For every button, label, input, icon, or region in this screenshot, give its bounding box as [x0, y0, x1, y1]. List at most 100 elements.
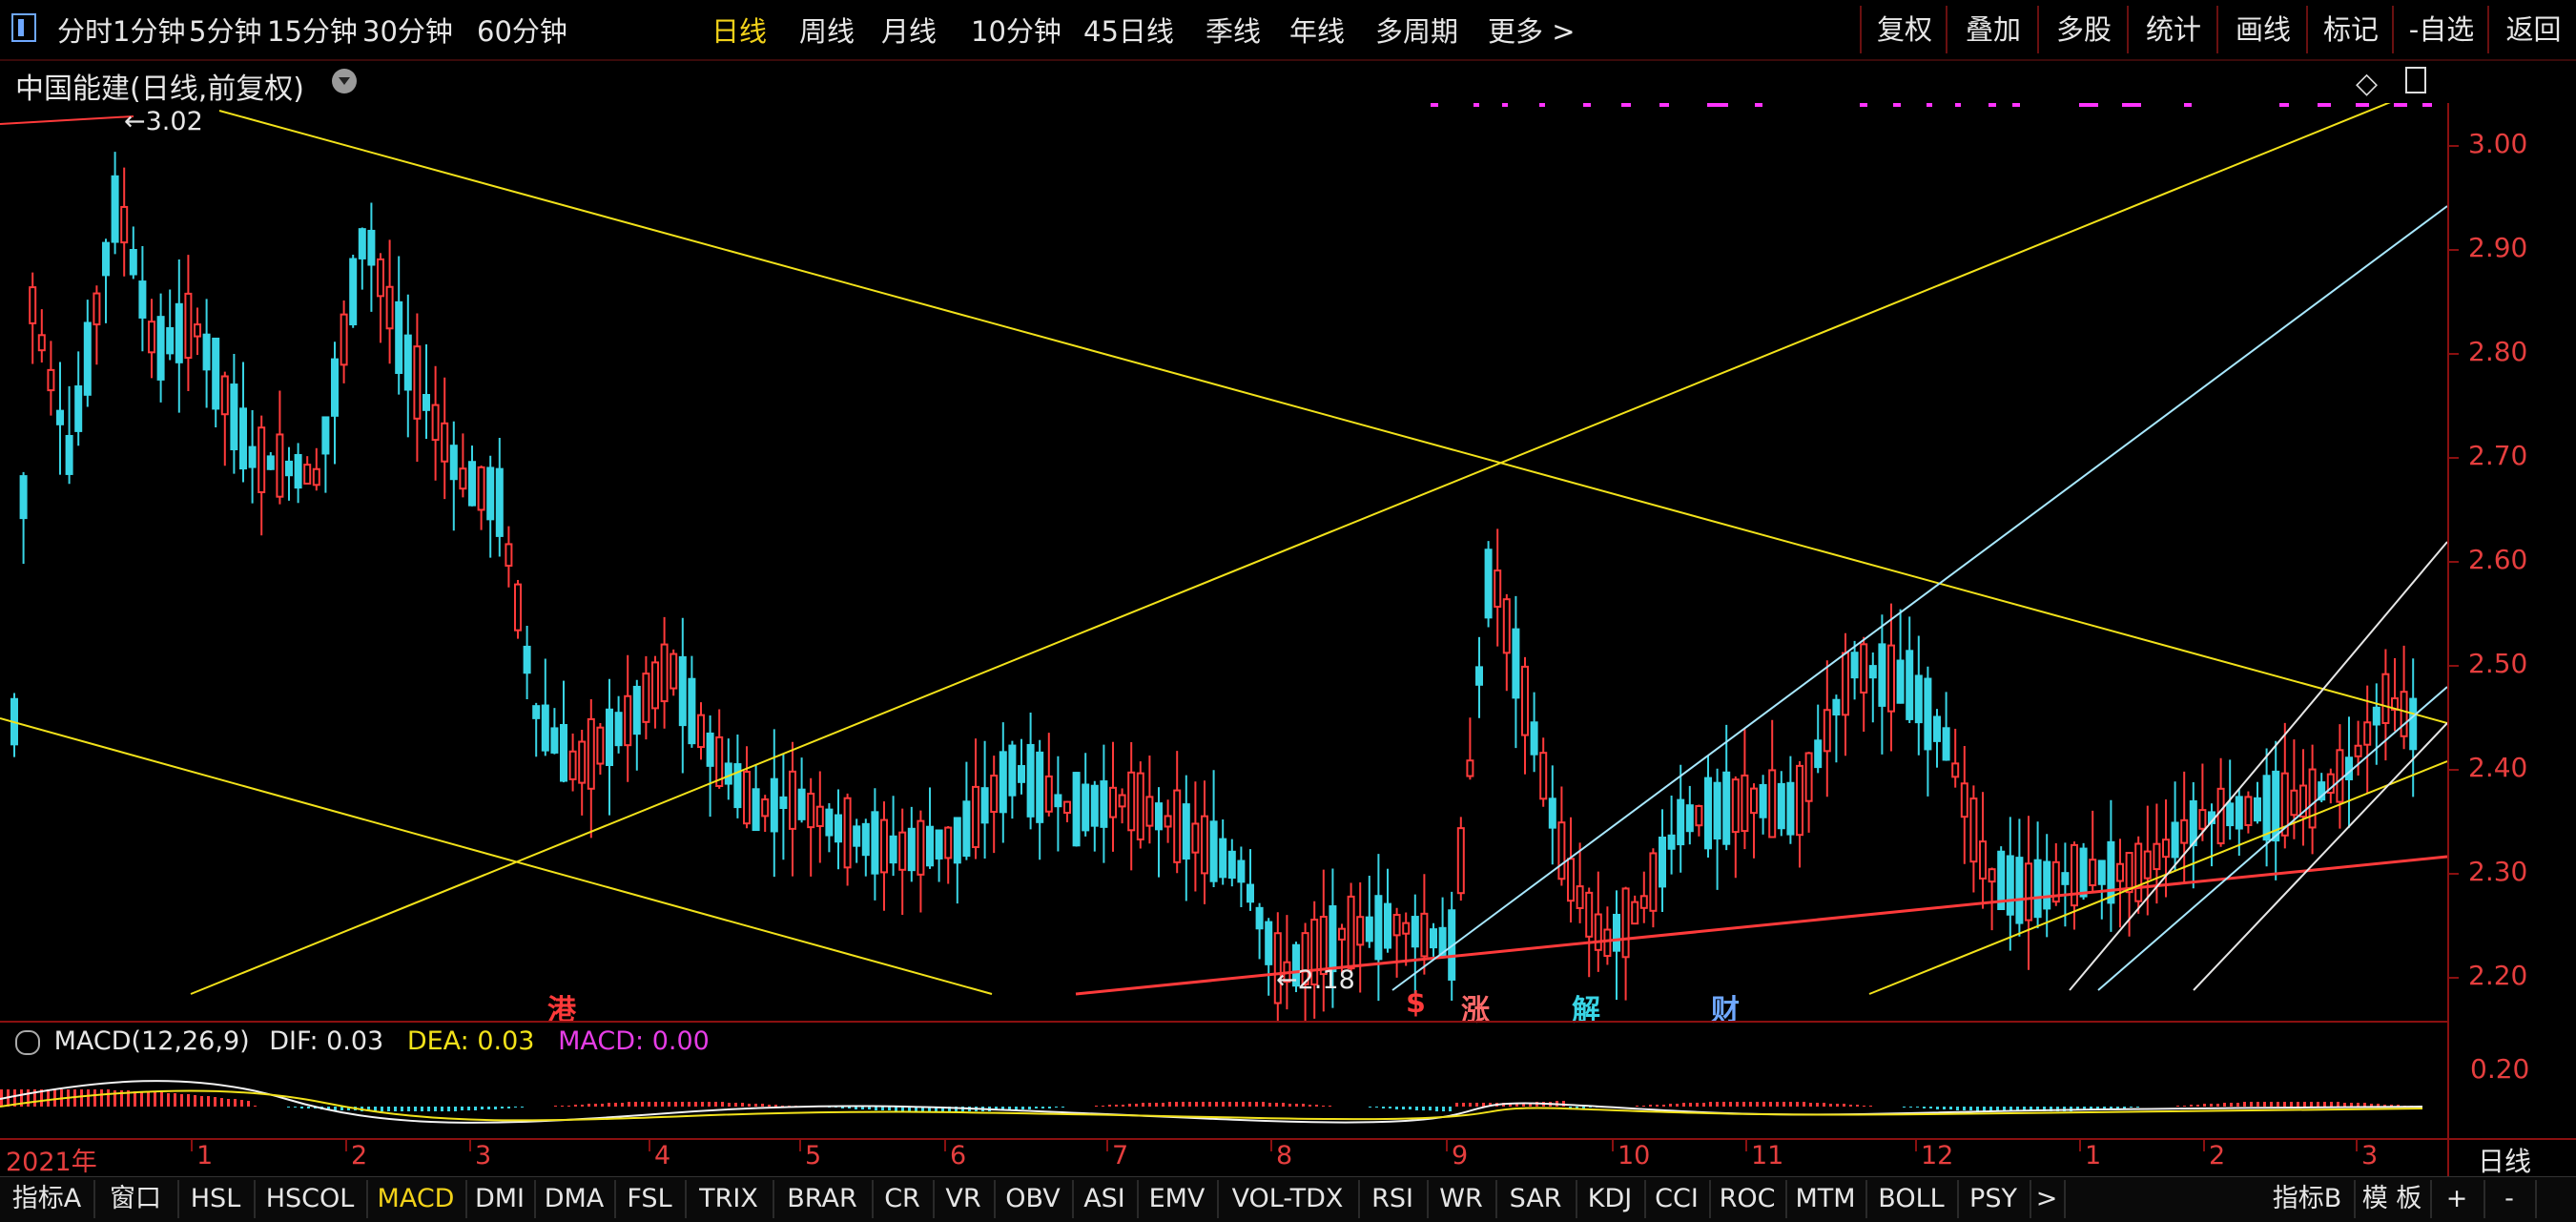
price-tick — [2449, 248, 2459, 251]
period-13[interactable]: 多周期 — [1375, 10, 1458, 50]
macd-bar — [1676, 1104, 1679, 1107]
period-7[interactable]: 周线 — [799, 10, 855, 50]
toolbar-button-1[interactable]: 叠加 — [1946, 6, 2039, 53]
macd-bar — [1722, 1102, 1725, 1107]
macd-bar — [2350, 1103, 2353, 1107]
candlestick-chart[interactable] — [0, 103, 2447, 1021]
candle — [1100, 780, 1108, 828]
candle — [74, 385, 83, 432]
macd-settings-icon[interactable] — [15, 1030, 40, 1055]
tab-28[interactable]: + — [2430, 1180, 2485, 1218]
tab-27[interactable]: 模 板 — [2354, 1180, 2432, 1218]
tab-26[interactable]: 指标B — [2260, 1180, 2356, 1218]
tab-19[interactable]: KDJ — [1576, 1180, 1646, 1218]
period-10[interactable]: 45日线 — [1083, 10, 1174, 50]
macd-bar — [748, 1104, 751, 1107]
toolbar-button-7[interactable]: 返回 — [2487, 6, 2576, 53]
candle — [1392, 913, 1401, 937]
month-label-9: 9 — [1452, 1141, 1469, 1170]
period-6[interactable]: 日线 — [711, 10, 767, 50]
red-trend-line — [0, 115, 134, 125]
candle — [276, 433, 284, 498]
tab-0[interactable]: 指标A — [0, 1180, 95, 1218]
yellow-trend-line — [190, 103, 2391, 995]
candle — [331, 358, 339, 417]
period-4[interactable]: 30分钟 — [362, 10, 453, 50]
tab-22[interactable]: MTM — [1785, 1180, 1867, 1218]
macd-chart[interactable] — [0, 1061, 2447, 1137]
event-dash — [2122, 103, 2141, 107]
diamond-icon[interactable]: ◇ — [2356, 67, 2378, 100]
tab-7[interactable]: FSL — [614, 1180, 687, 1218]
macd-bar — [2343, 1103, 2346, 1107]
app-logo-icon[interactable] — [11, 13, 36, 42]
candle — [19, 475, 28, 520]
period-1[interactable]: 1分钟 — [113, 10, 185, 50]
period-0[interactable]: 分时 — [57, 10, 113, 50]
candle — [2363, 721, 2372, 746]
period-11[interactable]: 季线 — [1206, 10, 1261, 50]
tab-13[interactable]: ASI — [1072, 1180, 1139, 1218]
period-8[interactable]: 月线 — [881, 10, 937, 50]
candle — [2244, 796, 2253, 827]
tab-29[interactable]: - — [2483, 1180, 2537, 1218]
tab-8[interactable]: TRIX — [685, 1180, 774, 1218]
tab-3[interactable]: HSCOL — [254, 1180, 368, 1218]
tab-14[interactable]: EMV — [1137, 1180, 1219, 1218]
tab-2[interactable]: HSL — [177, 1180, 256, 1218]
period-5[interactable]: 60分钟 — [477, 10, 567, 50]
chevron-down-icon[interactable] — [332, 69, 357, 93]
period-12[interactable]: 年线 — [1289, 10, 1345, 50]
toolbar-button-5[interactable]: 标记 — [2306, 6, 2394, 53]
candle — [2180, 818, 2189, 844]
tab-1[interactable]: 窗口 — [93, 1180, 179, 1218]
tab-21[interactable]: ROC — [1709, 1180, 1787, 1218]
tab-23[interactable]: BOLL — [1865, 1180, 1959, 1218]
tab-12[interactable]: OBV — [994, 1180, 1074, 1218]
macd-bar — [1749, 1102, 1752, 1107]
panel-toggle-icon[interactable] — [2405, 67, 2426, 93]
macd-bar — [1382, 1107, 1385, 1108]
tab-18[interactable]: SAR — [1495, 1180, 1577, 1218]
candle — [1072, 772, 1081, 847]
tab-5[interactable]: DMI — [465, 1180, 536, 1218]
candle — [1237, 860, 1246, 883]
tab-15[interactable]: VOL-TDX — [1217, 1180, 1360, 1218]
tab-9[interactable]: BRAR — [773, 1180, 874, 1218]
month-label-12: 12 — [1921, 1141, 1954, 1170]
toolbar-button-6[interactable]: -自选 — [2392, 6, 2489, 53]
candle — [1594, 913, 1602, 951]
candle — [385, 285, 394, 330]
tab-20[interactable]: CCI — [1644, 1180, 1711, 1218]
period-14[interactable]: 更多 > — [1488, 10, 1576, 50]
period-3[interactable]: 15分钟 — [267, 10, 358, 50]
macd-bar — [1122, 1105, 1124, 1107]
tab-16[interactable]: RSI — [1358, 1180, 1429, 1218]
candle — [1018, 765, 1025, 783]
tab-11[interactable]: VR — [933, 1180, 996, 1218]
candle — [1741, 774, 1749, 833]
tab-4[interactable]: MACD — [366, 1180, 467, 1218]
tab-10[interactable]: CR — [872, 1180, 935, 1218]
toolbar-button-4[interactable]: 画线 — [2216, 6, 2308, 53]
candle — [56, 409, 64, 425]
macd-bar — [407, 1107, 410, 1111]
period-9[interactable]: 10分钟 — [971, 10, 1061, 50]
tab-17[interactable]: WR — [1427, 1180, 1497, 1218]
macd-bar — [87, 1089, 90, 1107]
toolbar-button-3[interactable]: 统计 — [2127, 6, 2218, 53]
candle — [65, 434, 73, 475]
candle — [441, 422, 449, 463]
candle — [422, 394, 430, 411]
marker-dollar[interactable]: $ — [1406, 986, 1426, 1020]
toolbar-button-2[interactable]: 多股 — [2037, 6, 2129, 53]
macd-bar — [1649, 1105, 1652, 1107]
candle — [1265, 921, 1273, 965]
period-2[interactable]: 5分钟 — [189, 10, 261, 50]
toolbar-button-0[interactable]: 复权 — [1860, 6, 1947, 53]
tab-6[interactable]: DMA — [534, 1180, 616, 1218]
tab-25[interactable]: > — [2030, 1180, 2066, 1218]
macd-bar — [434, 1107, 437, 1111]
tab-24[interactable]: PSY — [1957, 1180, 2031, 1218]
macd-bar — [648, 1102, 650, 1107]
